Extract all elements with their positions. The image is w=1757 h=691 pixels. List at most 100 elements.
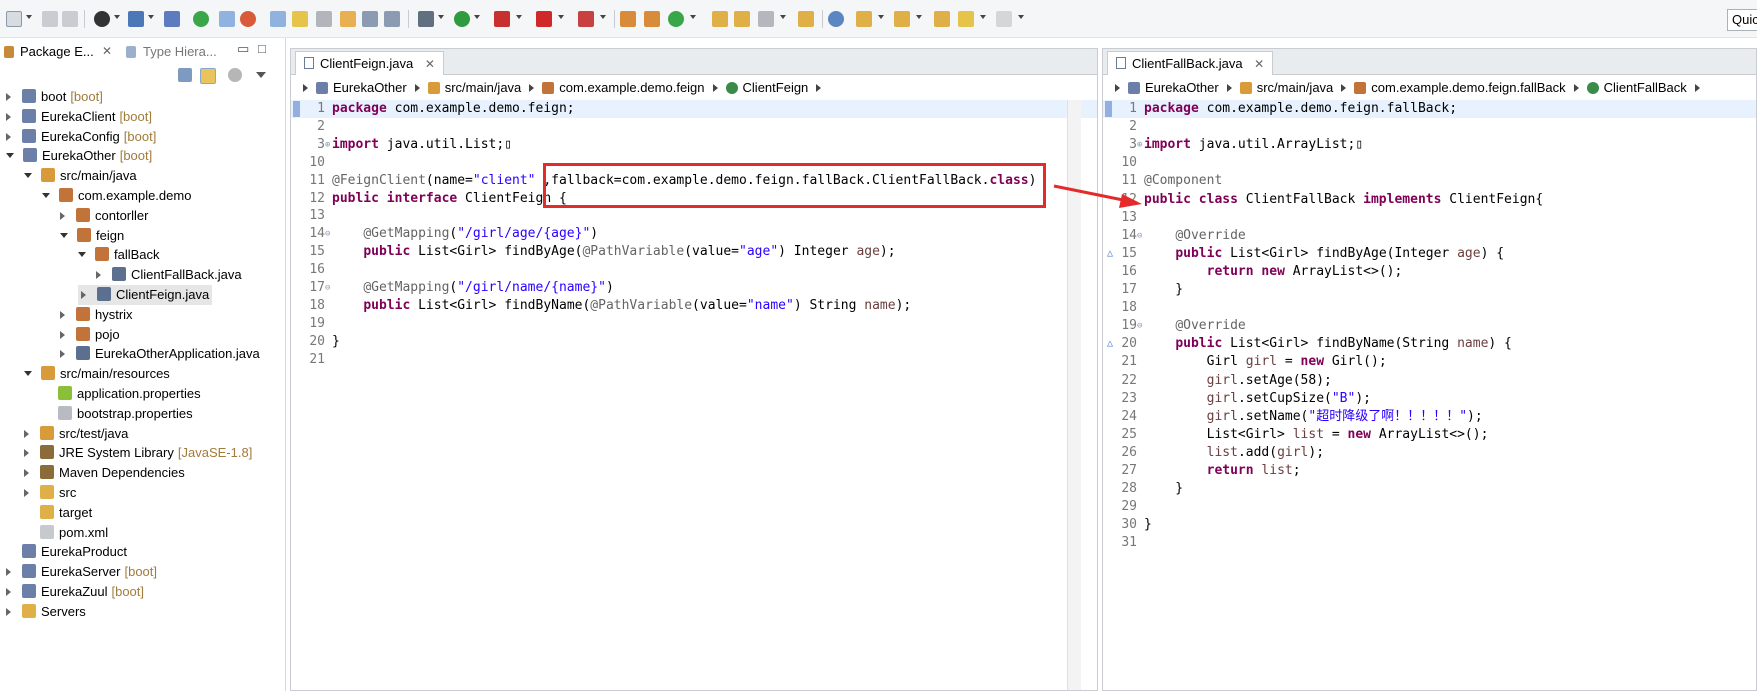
code-line[interactable]: 22 girl.setAge(58); — [1103, 372, 1756, 390]
tree-item[interactable]: EurekaClient [boot] — [6, 107, 152, 127]
code-line[interactable]: 19 — [291, 315, 1097, 333]
new-project-icon[interactable] — [620, 11, 636, 27]
breadcrumb-item[interactable]: src/main/java — [1257, 77, 1334, 99]
prev-annotation-dropdown-icon[interactable] — [916, 15, 922, 19]
code-line[interactable]: 30} — [1103, 516, 1756, 534]
code-line[interactable]: 14 ⊖ @Override — [1103, 227, 1756, 245]
deploy-icon[interactable] — [578, 11, 594, 27]
code-line[interactable]: 27 return list; — [1103, 462, 1756, 480]
quick-access-field[interactable]: Quic — [1727, 9, 1757, 31]
tree-item[interactable]: bootstrap.properties — [42, 404, 193, 424]
breadcrumb-arrow-icon[interactable] — [1226, 84, 1232, 92]
refresh-icon[interactable] — [240, 11, 256, 27]
run-external-icon[interactable] — [494, 11, 510, 27]
expanded-icon[interactable] — [78, 252, 86, 258]
breadcrumb-arrow-icon[interactable] — [1341, 84, 1347, 92]
globe-icon[interactable] — [828, 11, 844, 27]
code-line[interactable]: 15 △ public List<Girl> findByAge(Integer … — [1103, 245, 1756, 263]
forward-icon[interactable] — [996, 11, 1012, 27]
collapsed-icon[interactable] — [6, 607, 11, 616]
maximize-icon[interactable]: □ — [258, 41, 266, 56]
breadcrumb-arrow-icon[interactable] — [816, 84, 822, 92]
debug-icon[interactable] — [418, 11, 434, 27]
close-icon[interactable]: ✕ — [102, 44, 112, 58]
run-dropdown-icon[interactable] — [474, 15, 480, 19]
user-icon[interactable] — [94, 11, 110, 27]
last-edit-icon[interactable] — [934, 11, 950, 27]
tools-icon[interactable] — [758, 11, 774, 27]
code-line[interactable]: 12 public class ClientFallBack implements… — [1103, 191, 1756, 209]
tree-item[interactable]: src/main/resources — [24, 364, 170, 384]
run-icon[interactable] — [454, 11, 470, 27]
collapse-fold-icon[interactable]: ⊖ — [325, 225, 330, 243]
tree-item[interactable]: EurekaProduct — [6, 542, 127, 562]
code-line[interactable]: 1 package com.example.demo.feign; — [291, 100, 1097, 118]
vertical-scrollbar[interactable] — [1067, 100, 1081, 690]
view-menu-icon[interactable] — [256, 72, 266, 78]
code-line[interactable]: 3 ⊕ import java.util.List;▯ — [291, 136, 1097, 154]
code-line[interactable]: 10 — [291, 154, 1097, 172]
breadcrumb-item[interactable]: src/main/java — [445, 77, 522, 99]
collapse-fold-icon[interactable]: ⊖ — [325, 279, 330, 297]
tree-item[interactable]: hystrix — [60, 305, 133, 325]
code-line[interactable]: 25 List<Girl> list = new ArrayList<>(); — [1103, 426, 1756, 444]
collapsed-icon[interactable] — [6, 568, 11, 577]
stop-icon[interactable] — [536, 11, 552, 27]
tree-item[interactable]: ClientFallBack.java — [96, 265, 242, 285]
breadcrumb-arrow-icon[interactable] — [414, 84, 420, 92]
collapsed-icon[interactable] — [60, 350, 65, 359]
code-line[interactable]: 11 @FeignClient(name="client" ,fallback=c… — [291, 172, 1097, 190]
open-type-icon[interactable] — [712, 11, 728, 27]
tree-item[interactable]: boot [boot] — [6, 87, 103, 107]
new-icon[interactable] — [6, 11, 22, 27]
back-icon[interactable] — [958, 11, 974, 27]
code-line[interactable]: 23 girl.setCupSize("B"); — [1103, 390, 1756, 408]
expand-fold-icon[interactable]: ⊕ — [1137, 136, 1142, 154]
collapse-fold-icon[interactable]: ⊖ — [1137, 317, 1142, 335]
tab-package-explorer[interactable]: Package E... — [20, 44, 94, 62]
link-icon[interactable] — [316, 11, 332, 27]
tree-item[interactable]: pojo — [60, 325, 120, 345]
tree-item[interactable]: contorller — [60, 206, 148, 226]
collapsed-icon[interactable] — [60, 330, 65, 339]
run-external-dropdown-icon[interactable] — [516, 15, 522, 19]
save-icon[interactable] — [42, 11, 58, 27]
breadcrumb-item[interactable]: com.example.demo.feign — [559, 77, 704, 99]
expanded-icon[interactable] — [6, 153, 14, 159]
console-icon[interactable] — [128, 11, 144, 27]
code-area[interactable]: 1 package com.example.demo.feign.fallBack… — [1103, 100, 1756, 690]
new-dropdown-icon[interactable] — [26, 15, 32, 19]
breadcrumb-item[interactable]: ClientFeign — [743, 77, 809, 99]
code-line[interactable]: 20} — [291, 333, 1097, 351]
tree-item[interactable]: EurekaOtherApplication.java — [60, 344, 260, 364]
code-line[interactable]: 29 — [1103, 498, 1756, 516]
tree-item[interactable]: src — [24, 483, 76, 503]
tree-item[interactable]: fallBack — [78, 245, 160, 265]
tree-item[interactable]: EurekaOther [boot] — [6, 146, 152, 166]
breadcrumb-arrow-icon[interactable] — [303, 84, 308, 92]
next-annotation-dropdown-icon[interactable] — [878, 15, 884, 19]
collapsed-icon[interactable] — [24, 449, 29, 458]
code-line[interactable]: 18 public List<Girl> findByName(@PathVar… — [291, 297, 1097, 315]
expanded-icon[interactable] — [42, 193, 50, 198]
paragraph-icon[interactable] — [384, 11, 400, 27]
code-area[interactable]: 1 package com.example.demo.feign; 2 3 ⊕ impor… — [291, 100, 1097, 690]
close-icon[interactable]: ✕ — [425, 57, 435, 71]
code-line[interactable]: 19 ⊖ @Override — [1103, 317, 1756, 335]
tree-item[interactable]: src/main/java — [24, 166, 137, 186]
open-resource-icon[interactable] — [734, 11, 750, 27]
code-line[interactable]: 2 — [1103, 118, 1756, 136]
link-with-editor-icon[interactable] — [200, 68, 216, 84]
pen-icon[interactable] — [292, 11, 308, 27]
code-line[interactable]: 28 } — [1103, 480, 1756, 498]
tree-item[interactable]: Servers — [6, 602, 86, 622]
tree-item[interactable]: application.properties — [42, 384, 201, 404]
new-class-dropdown-icon[interactable] — [690, 15, 696, 19]
breadcrumb-arrow-icon[interactable] — [1115, 84, 1120, 92]
code-line[interactable]: 1 package com.example.demo.feign.fallBack… — [1103, 100, 1756, 118]
code-line[interactable]: 18 — [1103, 299, 1756, 317]
code-line[interactable]: 13 — [1103, 209, 1756, 227]
tree-item[interactable]: feign — [60, 226, 124, 246]
breadcrumb-arrow-icon[interactable] — [529, 84, 535, 92]
code-line[interactable]: 26 list.add(girl); — [1103, 444, 1756, 462]
